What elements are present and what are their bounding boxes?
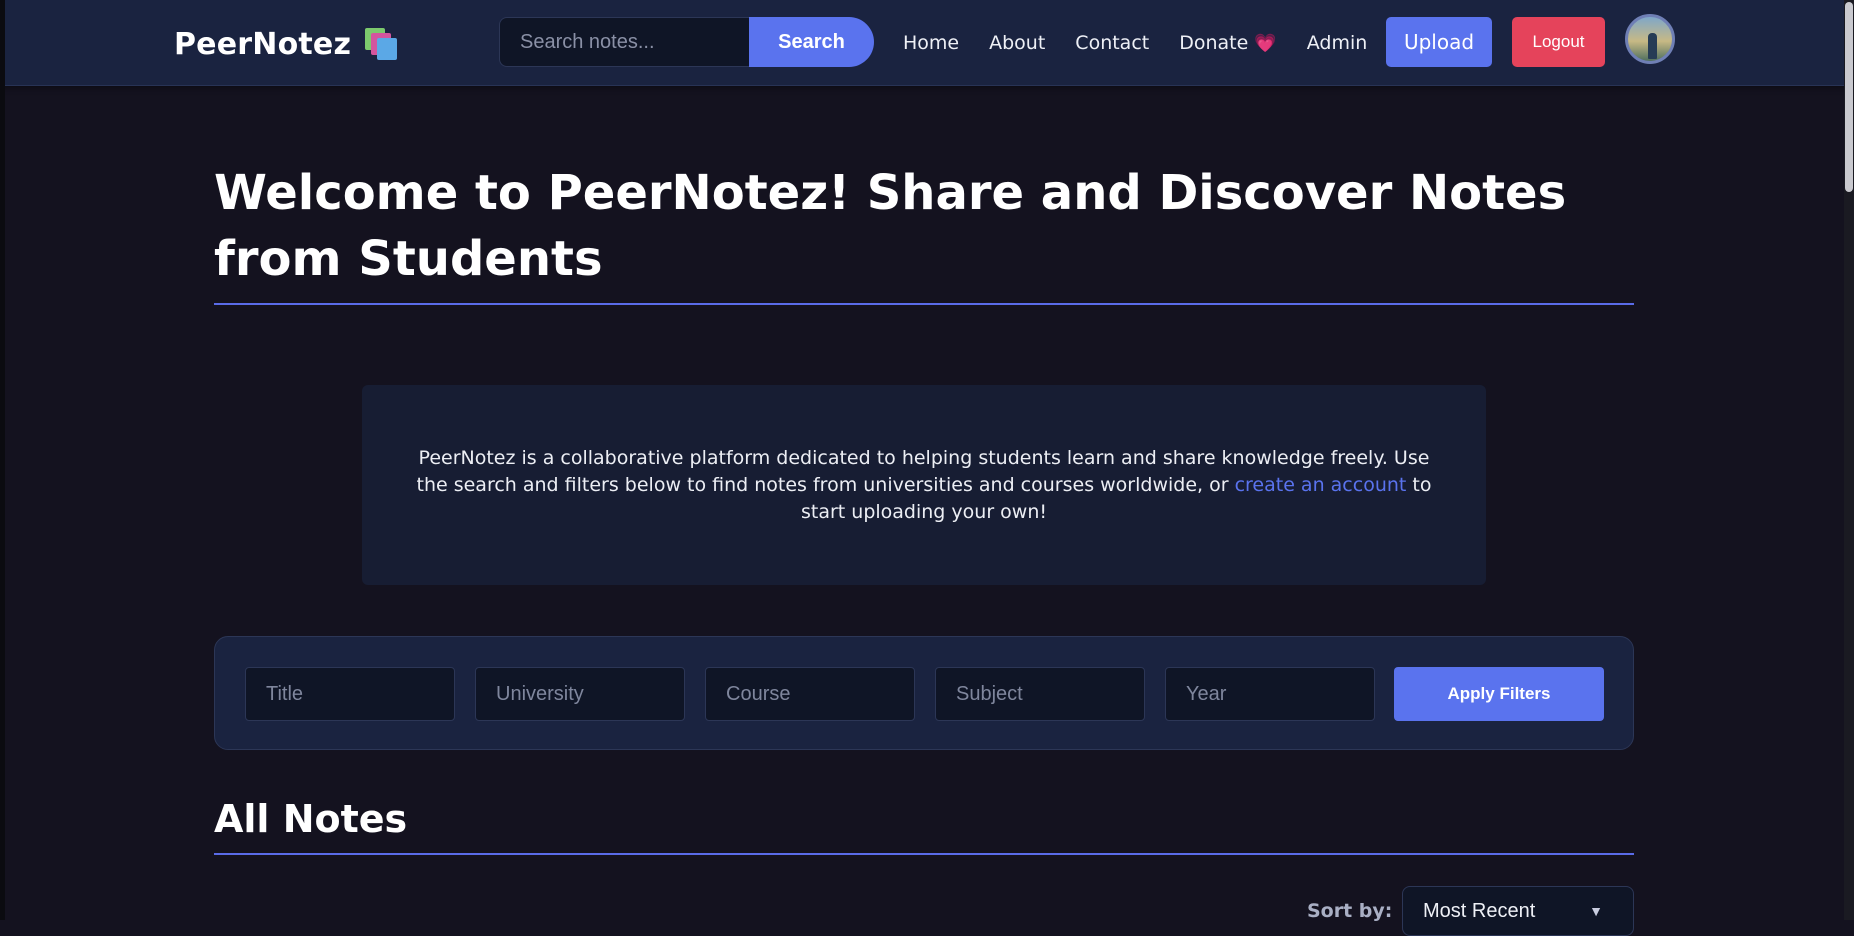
all-notes-heading: All Notes [214,797,408,841]
scrollbar-thumb[interactable] [1845,2,1853,192]
stacked-books-icon [365,28,398,60]
brand-logo[interactable]: PeerNotez [174,22,398,66]
intro-text: PeerNotez is a collaborative platform de… [406,445,1442,526]
window-edge [0,0,5,920]
logout-button[interactable]: Logout [1512,17,1605,67]
search-button[interactable]: Search [749,17,874,67]
nav-link-about[interactable]: About [989,32,1045,54]
avatar-figure [1648,33,1657,59]
user-avatar[interactable] [1625,14,1675,64]
nav-link-admin[interactable]: Admin [1307,32,1368,54]
heart-icon: 💗 [1254,33,1277,54]
intro-panel: PeerNotez is a collaborative platform de… [362,385,1486,585]
brand-name: PeerNotez [174,26,352,62]
nav-link-donate[interactable]: Donate 💗 [1179,32,1277,54]
create-account-link[interactable]: create an account [1235,474,1407,496]
section-divider [214,853,1634,855]
filter-panel: Apply Filters [214,636,1634,750]
filter-year-input[interactable] [1165,667,1375,721]
filter-title-input[interactable] [245,667,455,721]
nav-link-donate-label: Donate [1179,32,1249,54]
apply-filters-button[interactable]: Apply Filters [1394,667,1604,721]
search-input[interactable] [499,17,749,67]
chevron-down-icon: ▼ [1589,903,1603,919]
nav-links: Home About Contact Donate 💗 Admin [903,22,1397,64]
title-divider [214,303,1634,305]
top-navbar: PeerNotez Search Home About Contact Dona… [0,0,1854,86]
page-scrollbar[interactable] [1844,0,1854,920]
page-title: Welcome to PeerNotez! Share and Discover… [214,165,1567,287]
filter-course-input[interactable] [705,667,915,721]
nav-link-home[interactable]: Home [903,32,959,54]
nav-link-contact[interactable]: Contact [1075,32,1149,54]
search-form: Search [499,17,874,67]
filter-university-input[interactable] [475,667,685,721]
sort-label: Sort by: [1307,900,1393,922]
upload-button[interactable]: Upload [1386,17,1492,67]
filter-subject-input[interactable] [935,667,1145,721]
sort-selected-value: Most Recent [1423,899,1536,922]
sort-select[interactable]: Most Recent ▼ [1402,886,1634,936]
